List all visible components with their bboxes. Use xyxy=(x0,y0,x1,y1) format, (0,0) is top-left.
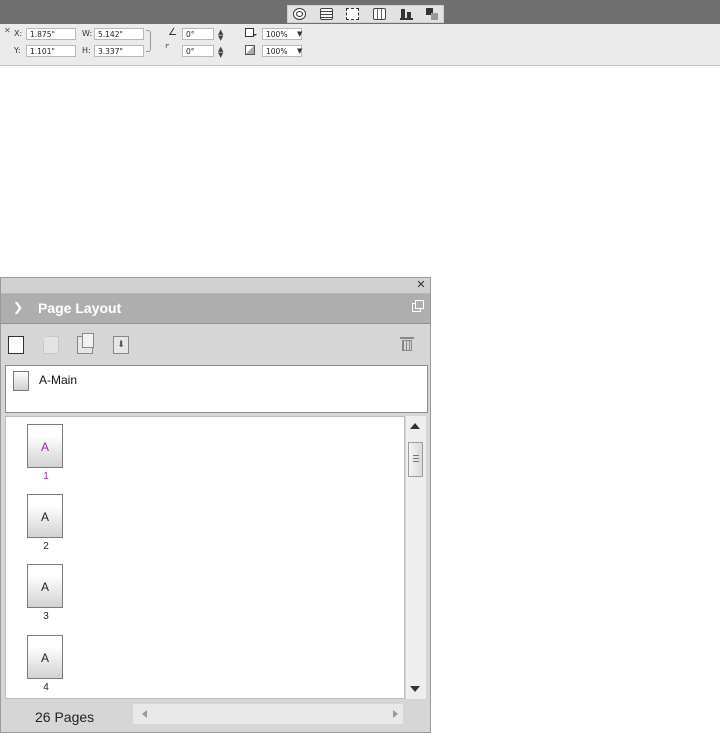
w-label: W: xyxy=(82,29,93,38)
page-layout-panel: ✕ ❯ Page Layout ⬇ A-Main A 1 A 2 A 3 A 4… xyxy=(0,277,431,733)
measurements-toolbar: ✕ X: Y: W: H: ∠ ▲▼ ⌜ ▲▼ ▼ ▼ xyxy=(0,0,720,66)
close-panel-icon[interactable]: ✕ xyxy=(415,278,427,292)
page-item[interactable]: A 2 xyxy=(27,494,65,553)
page-thumbnail[interactable]: A xyxy=(27,564,63,608)
y-label: Y: xyxy=(14,46,21,55)
rotation-field[interactable] xyxy=(182,28,214,40)
panel-menu-icon[interactable] xyxy=(412,300,424,312)
master-pages-list: A-Main xyxy=(5,365,428,413)
x-label: X: xyxy=(14,29,23,38)
align-bottom-icon[interactable] xyxy=(400,8,413,20)
arrange-icon[interactable] xyxy=(426,8,439,20)
height-field[interactable] xyxy=(94,45,144,57)
wrap-around-bounds-icon[interactable] xyxy=(346,8,359,20)
rotation-stepper-icon[interactable]: ▲ ▼ xyxy=(218,29,224,42)
h-label: H: xyxy=(82,46,91,55)
reference-point-icon[interactable]: ✕ xyxy=(4,27,11,35)
shear-field[interactable] xyxy=(182,45,214,57)
text-wrap-icon-group xyxy=(287,5,444,23)
stroke-scale-dropdown-icon[interactable]: ▼ xyxy=(297,28,302,40)
panel-drag-strip[interactable]: ✕ xyxy=(1,278,430,294)
opacity-dropdown-icon[interactable]: ▼ xyxy=(297,45,302,57)
y-position-field[interactable] xyxy=(26,45,76,57)
shear-angle-icon[interactable]: ⌜ xyxy=(165,44,170,56)
shear-stepper-icon[interactable]: ▲ ▼ xyxy=(218,46,224,59)
measurements-controls: ✕ X: Y: W: H: ∠ ▲▼ ⌜ ▲▼ ▼ ▼ xyxy=(0,24,720,66)
page-number: 1 xyxy=(43,471,49,482)
scroll-down-arrow-icon[interactable] xyxy=(410,686,420,692)
stroke-color-icon[interactable] xyxy=(245,28,257,37)
document-pages-list: A 1 A 2 A 3 A 4 xyxy=(5,416,405,699)
page-tools-row: ⬇ xyxy=(1,324,430,364)
stroke-scale-field[interactable] xyxy=(262,28,302,40)
opacity-icon xyxy=(245,45,255,55)
trash-icon[interactable] xyxy=(400,337,414,351)
panel-header[interactable]: ❯ Page Layout xyxy=(1,294,430,324)
page-thumbnail[interactable]: A xyxy=(27,635,63,679)
page-item[interactable]: A 1 xyxy=(27,424,65,483)
insert-page-icon[interactable] xyxy=(43,336,59,354)
master-page-thumbnail[interactable] xyxy=(13,371,29,391)
page-item[interactable]: A 3 xyxy=(27,564,65,623)
toolbar-top-strip xyxy=(0,0,720,24)
move-page-icon[interactable]: ⬇ xyxy=(113,336,129,354)
page-item[interactable]: A 4 xyxy=(27,635,65,694)
horizontal-scrollbar[interactable] xyxy=(133,704,403,724)
scrollbar-thumb[interactable] xyxy=(408,442,423,477)
x-position-field[interactable] xyxy=(26,28,76,40)
page-number: 2 xyxy=(43,541,49,552)
collapse-chevron-icon[interactable]: ❯ xyxy=(13,301,23,313)
rotation-angle-icon: ∠ xyxy=(168,27,177,38)
scroll-up-arrow-icon[interactable] xyxy=(410,423,420,429)
wrap-object-shape-icon[interactable] xyxy=(373,8,386,20)
page-thumbnail[interactable]: A xyxy=(27,494,63,538)
scroll-left-arrow-icon[interactable] xyxy=(142,710,147,718)
duplicate-page-icon[interactable] xyxy=(77,333,94,354)
opacity-field[interactable] xyxy=(262,45,302,57)
page-count-label: 26 Pages xyxy=(35,709,95,725)
panel-status-bar: 26 Pages xyxy=(1,700,430,732)
blank-page-icon[interactable] xyxy=(8,336,24,354)
vertical-scrollbar[interactable] xyxy=(406,416,426,699)
panel-title: Page Layout xyxy=(38,300,122,316)
page-number: 3 xyxy=(43,611,49,622)
wrap-around-box-icon[interactable] xyxy=(320,8,333,20)
master-page-label: A-Main xyxy=(39,373,78,387)
wrap-none-icon[interactable] xyxy=(293,8,306,20)
page-number: 4 xyxy=(43,682,49,693)
width-field[interactable] xyxy=(94,28,144,40)
page-thumbnail[interactable]: A xyxy=(27,424,63,468)
constrain-proportions-icon[interactable] xyxy=(146,30,151,52)
scroll-right-arrow-icon[interactable] xyxy=(393,710,398,718)
